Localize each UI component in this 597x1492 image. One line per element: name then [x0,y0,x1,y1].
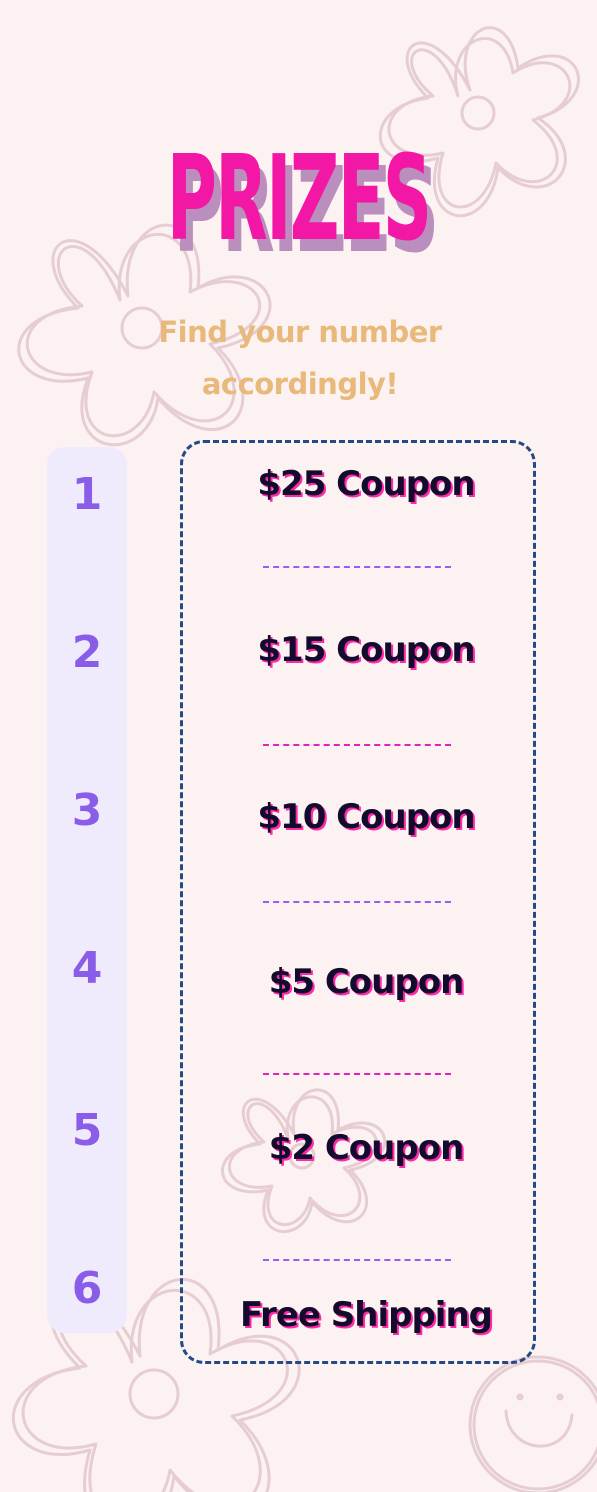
number-5: 5 [71,1105,103,1156]
separator [263,901,451,903]
prize-4: $5 Coupon [268,962,465,1002]
number-1: 1 [71,469,103,520]
smiley-face-icon [468,1355,597,1492]
prize-3: $10 Coupon [257,797,475,837]
separator [263,744,451,746]
page-title: PRIZES [166,129,432,267]
number-column [47,447,127,1333]
subtitle-line-1: Find your number [158,315,442,349]
prize-5: $2 Coupon [268,1128,465,1168]
title-area: PRIZES PRIZES [0,128,597,288]
separator [263,566,451,568]
subtitle: Find your number accordingly! [100,306,500,410]
subtitle-line-2: accordingly! [201,367,399,401]
prize-2: $15 Coupon [257,630,475,670]
separator [263,1259,451,1261]
number-3: 3 [71,785,103,836]
number-4: 4 [71,943,103,994]
prize-1: $25 Coupon [257,464,475,504]
prize-6: Free Shipping [240,1295,493,1335]
number-2: 2 [71,627,103,678]
separator [263,1073,451,1075]
number-6: 6 [71,1263,103,1314]
